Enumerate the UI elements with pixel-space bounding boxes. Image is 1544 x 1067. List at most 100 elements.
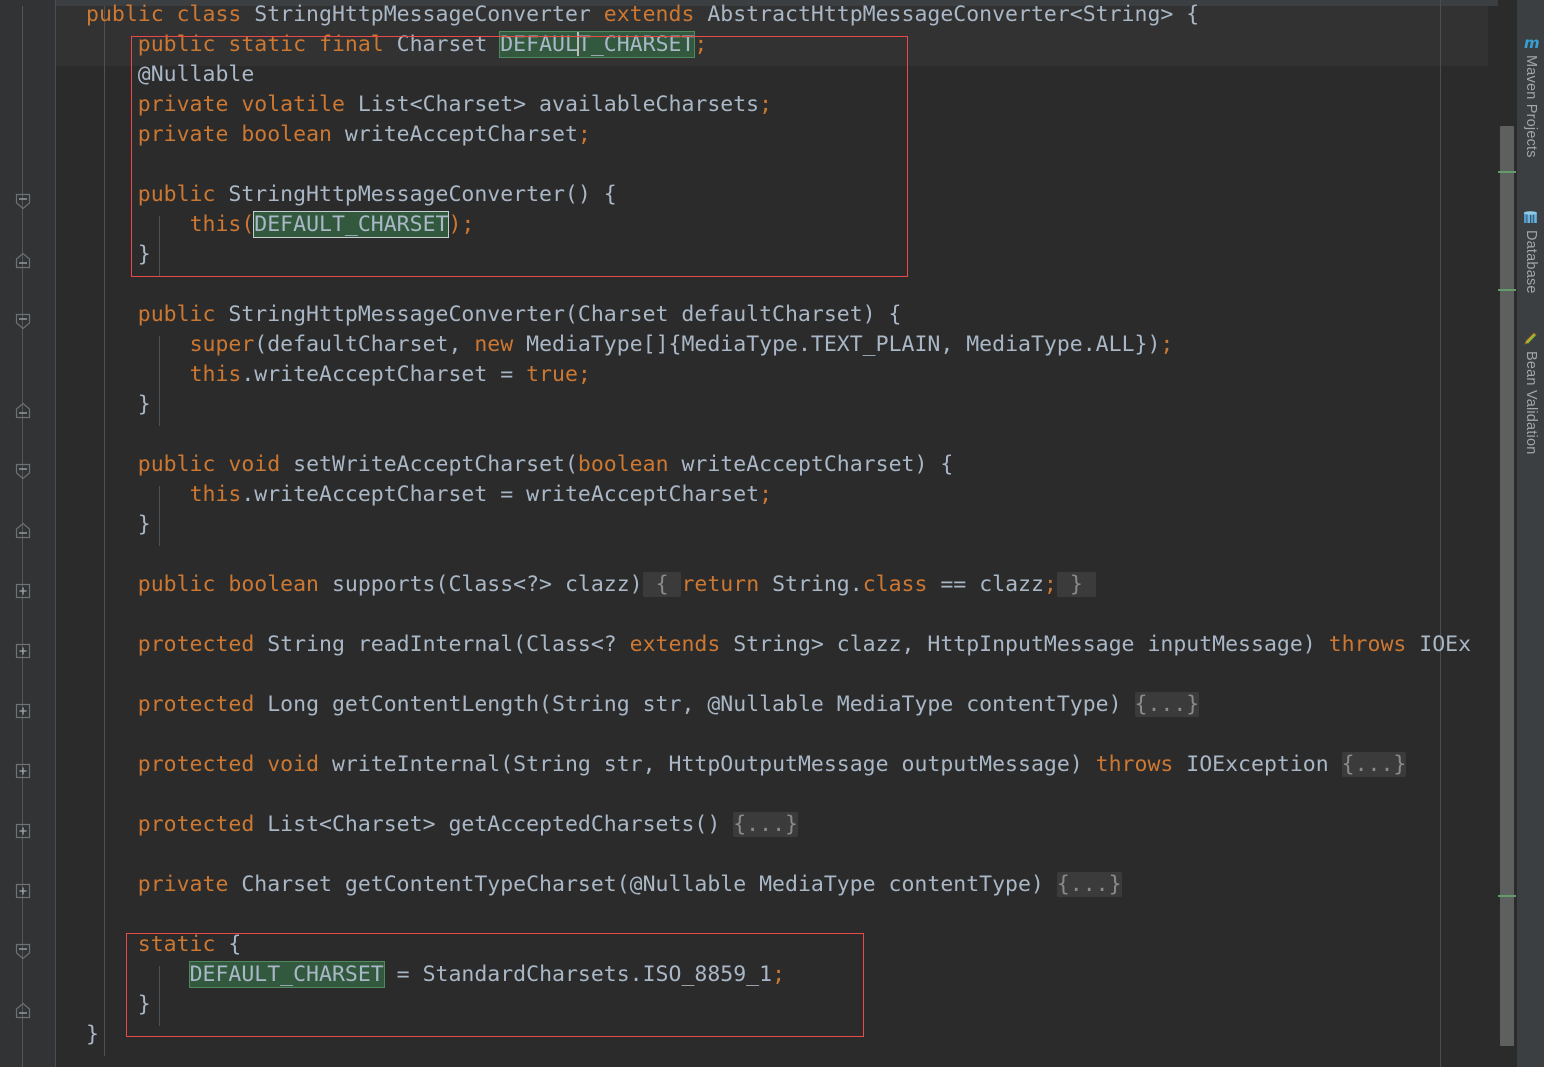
code-line[interactable]	[56, 900, 1536, 930]
code-token: public	[137, 32, 229, 57]
tool-window-tab-database[interactable]: Database	[1517, 209, 1544, 294]
fold-expand-icon[interactable]	[14, 642, 32, 660]
code-line[interactable]	[56, 780, 1536, 810]
code-line[interactable]: protected String readInternal(Class<? ex…	[56, 630, 1536, 660]
code-line[interactable]: public class StringHttpMessageConverter …	[56, 0, 1536, 30]
code-token: throws	[1095, 752, 1187, 777]
fold-collapse-end-icon[interactable]	[14, 1002, 32, 1020]
code-line[interactable]: protected List<Charset> getAcceptedChars…	[56, 810, 1536, 840]
code-line[interactable]	[56, 840, 1536, 870]
fold-expand-icon[interactable]	[14, 702, 32, 720]
code-line[interactable]: private volatile List<Charset> available…	[56, 90, 1536, 120]
code-token: String> clazz, HttpInputMessage inputMes…	[733, 632, 1329, 657]
code-token: == clazz	[940, 572, 1044, 597]
code-text[interactable]: public class StringHttpMessageConverter …	[56, 0, 1536, 1050]
code-editor-area[interactable]: public class StringHttpMessageConverter …	[56, 0, 1544, 1067]
code-line[interactable]: static {	[56, 930, 1536, 960]
fold-expand-icon[interactable]	[14, 582, 32, 600]
code-token: {	[228, 932, 242, 957]
code-token: .writeAcceptCharset = writeAcceptCharset	[241, 482, 760, 507]
scrollbar-change-marker	[1498, 895, 1516, 897]
code-line[interactable]: }	[56, 1020, 1536, 1050]
fold-collapse-start-icon[interactable]	[14, 312, 32, 330]
code-line[interactable]: DEFAULT_CHARSET = StandardCharsets.ISO_8…	[56, 960, 1536, 990]
code-token: public	[137, 302, 229, 327]
code-line[interactable]	[56, 600, 1536, 630]
code-line[interactable]	[56, 420, 1536, 450]
code-token: public	[137, 452, 229, 477]
right-tool-window-strip[interactable]: m Maven Projects Database Bean Validation	[1516, 0, 1544, 1067]
code-line[interactable]: }	[56, 240, 1536, 270]
code-token: ;	[759, 92, 773, 117]
tool-window-tab-bean-validation[interactable]: Bean Validation	[1517, 330, 1544, 455]
folded-code-placeholder[interactable]: {...}	[1341, 752, 1407, 777]
editor-gutter[interactable]	[0, 0, 56, 1067]
folded-code-placeholder[interactable]: {...}	[1056, 872, 1122, 897]
fold-collapse-start-icon[interactable]	[14, 192, 32, 210]
ide-editor-window: public class StringHttpMessageConverter …	[0, 0, 1544, 1067]
fold-expand-icon[interactable]	[14, 822, 32, 840]
code-line[interactable]: @Nullable	[56, 60, 1536, 90]
highlighted-symbol-with-caret[interactable]: DEFAULT_CHARSET	[499, 31, 696, 58]
highlighted-symbol[interactable]: DEFAULT_CHARSET	[188, 961, 385, 988]
fold-expand-icon[interactable]	[14, 762, 32, 780]
code-line[interactable]: private boolean writeAcceptCharset;	[56, 120, 1536, 150]
editor-scrollbar-thumb[interactable]	[1500, 126, 1514, 1046]
code-line[interactable]: this.writeAcceptCharset = writeAcceptCha…	[56, 480, 1536, 510]
code-line[interactable]: }	[56, 510, 1536, 540]
folded-code-placeholder[interactable]: {...}	[733, 812, 798, 837]
code-line[interactable]	[56, 660, 1536, 690]
symbol-part: DEFAUL	[500, 32, 578, 57]
code-token: writeAcceptCharset	[344, 122, 578, 147]
code-line[interactable]: public static final Charset DEFAULT_CHAR…	[56, 30, 1536, 60]
fold-expand-icon[interactable]	[14, 882, 32, 900]
code-token: super	[189, 332, 255, 357]
code-token: public	[137, 572, 229, 597]
code-line[interactable]: protected void writeInternal(String str,…	[56, 750, 1536, 780]
code-line[interactable]: public void setWriteAcceptCharset(boolea…	[56, 450, 1536, 480]
folded-code-placeholder[interactable]: {	[642, 572, 682, 597]
folded-code-placeholder[interactable]: {...}	[1134, 692, 1200, 717]
code-line[interactable]: protected Long getContentLength(String s…	[56, 690, 1536, 720]
highlighted-symbol-selected[interactable]: DEFAULT_CHARSET	[253, 211, 450, 238]
code-line[interactable]: this.writeAcceptCharset = true;	[56, 360, 1536, 390]
fold-collapse-end-icon[interactable]	[14, 522, 32, 540]
fold-collapse-start-icon[interactable]	[14, 942, 32, 960]
folded-code-placeholder[interactable]: }	[1056, 572, 1096, 597]
code-token: protected	[137, 752, 268, 777]
code-line[interactable]: public boolean supports(Class<?> clazz) …	[56, 570, 1536, 600]
code-token: = StandardCharsets.ISO_8859_1	[383, 962, 773, 987]
code-line[interactable]: }	[56, 390, 1536, 420]
code-line[interactable]	[56, 270, 1536, 300]
code-line[interactable]: }	[56, 990, 1536, 1020]
code-token: Long getContentLength(String str, @Nulla…	[267, 692, 1135, 717]
fold-collapse-end-icon[interactable]	[14, 252, 32, 270]
code-line[interactable]: private Charset getContentTypeCharset(@N…	[56, 870, 1536, 900]
code-line[interactable]: public StringHttpMessageConverter() {	[56, 180, 1536, 210]
code-line[interactable]	[56, 720, 1536, 750]
bean-validation-icon	[1522, 330, 1540, 348]
code-line[interactable]	[56, 540, 1536, 570]
tool-window-tab-maven-projects[interactable]: m Maven Projects	[1517, 34, 1544, 158]
code-line[interactable]: public StringHttpMessageConverter(Charse…	[56, 300, 1536, 330]
fold-collapse-start-icon[interactable]	[14, 462, 32, 480]
code-token: (defaultCharset,	[254, 332, 475, 357]
code-token: protected	[137, 812, 268, 837]
fold-collapse-end-icon[interactable]	[14, 402, 32, 420]
code-token: boolean	[228, 572, 332, 597]
code-line[interactable]	[56, 150, 1536, 180]
code-line[interactable]: this(DEFAULT_CHARSET);	[56, 210, 1536, 240]
code-line[interactable]: super(defaultCharset, new MediaType[]{Me…	[56, 330, 1536, 360]
code-token: return	[681, 572, 773, 597]
code-token: .writeAcceptCharset =	[241, 362, 527, 387]
code-token: public	[86, 2, 177, 27]
